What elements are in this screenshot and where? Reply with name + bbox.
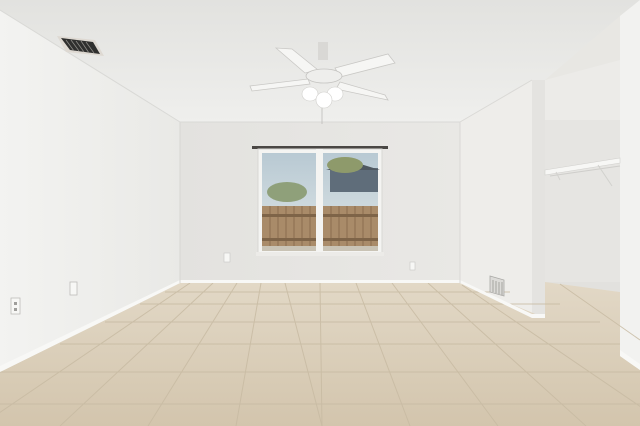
floor-vent-icon: [489, 275, 505, 297]
room-photo: [0, 0, 640, 426]
baseboard-back: [180, 280, 460, 283]
closet-back-wall: [545, 120, 620, 282]
room-illustration: [0, 0, 640, 426]
window: [252, 146, 388, 256]
partition-edge: [532, 80, 545, 318]
